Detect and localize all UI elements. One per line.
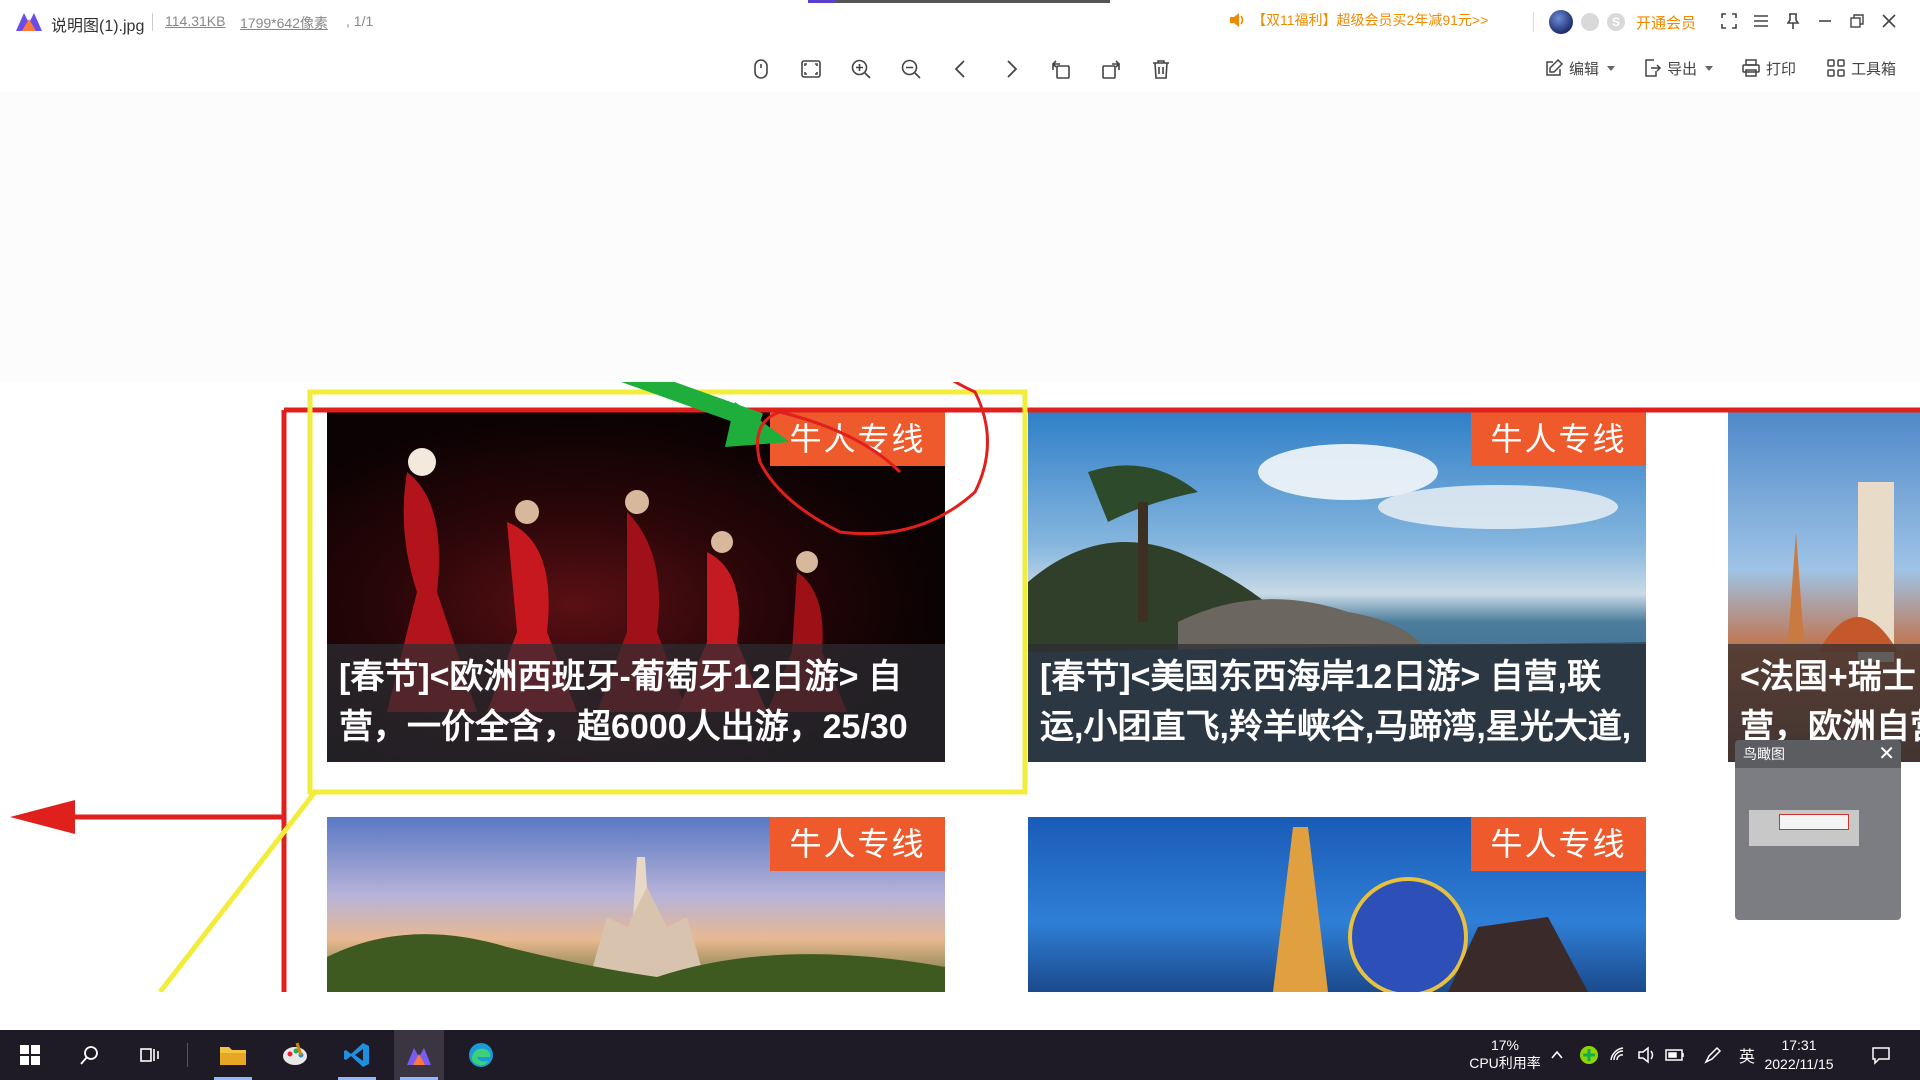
delete-icon[interactable]: [1146, 54, 1176, 84]
volume-icon[interactable]: [1636, 1044, 1658, 1066]
edge-browser-icon: [469, 1043, 493, 1067]
toolbox-grid-icon: [1827, 59, 1845, 77]
chevron-down-icon: [1607, 65, 1616, 71]
divider: [152, 13, 153, 31]
printer-icon: [1742, 59, 1760, 77]
app-logo-icon: [16, 13, 42, 31]
next-icon[interactable]: [996, 54, 1026, 84]
cpu-label: CPU利用率: [1469, 1055, 1541, 1071]
edit-icon: [1546, 58, 1564, 76]
taskbar: 17% CPU利用率 英 17:31 2022/11/15: [0, 1030, 1920, 1080]
menu-icon[interactable]: [1750, 10, 1772, 32]
close-icon[interactable]: [1878, 10, 1900, 32]
overview-panel[interactable]: 鸟瞰图 ✕: [1735, 740, 1901, 920]
user-avatar[interactable]: [1549, 10, 1573, 34]
promo-link[interactable]: 【双11福利】超级会员买2年减91元>>: [1228, 10, 1488, 30]
file-name: 说明图(1).jpg: [51, 18, 145, 35]
image-canvas[interactable]: 牛人专线 [春节]<欧洲西班牙-葡萄牙12日游> 自 营，一价全含，超6000人…: [0, 92, 1920, 992]
cpu-usage[interactable]: 17% CPU利用率: [1460, 1036, 1550, 1072]
rotate-left-icon[interactable]: [1046, 54, 1076, 84]
clock[interactable]: 17:31 2022/11/15: [1754, 1036, 1844, 1074]
zoom-in-icon[interactable]: [846, 54, 876, 84]
zoom-out-icon[interactable]: [896, 54, 926, 84]
overview-header: 鸟瞰图 ✕: [1735, 740, 1901, 768]
rotate-right-icon[interactable]: [1096, 54, 1126, 84]
image-viewer-app[interactable]: [394, 1030, 444, 1080]
wifi-icon[interactable]: [1608, 1044, 1630, 1066]
promo-text: 【双11福利】超级会员买2年减91元>>: [1252, 12, 1489, 28]
start-button[interactable]: [5, 1030, 55, 1080]
print-label: 打印: [1766, 60, 1797, 78]
export-icon: [1645, 59, 1662, 77]
speaker-icon: [1230, 13, 1244, 27]
close-icon[interactable]: ✕: [1878, 740, 1895, 768]
overview-title: 鸟瞰图: [1743, 746, 1785, 762]
notification-icon[interactable]: [1870, 1044, 1892, 1066]
security-app-icon[interactable]: [1578, 1044, 1600, 1066]
minimize-icon[interactable]: [1814, 10, 1836, 32]
pin-icon[interactable]: [1782, 10, 1804, 32]
page-index: , 1/1: [346, 13, 374, 29]
previous-icon[interactable]: [946, 54, 976, 84]
export-label: 导出: [1667, 60, 1698, 78]
divider: [187, 1043, 188, 1067]
restore-icon[interactable]: [1846, 10, 1868, 32]
chevron-up-icon[interactable]: [1546, 1044, 1568, 1066]
displayed-image: 牛人专线 [春节]<欧洲西班牙-葡萄牙12日游> 自 营，一价全含，超6000人…: [0, 382, 1920, 992]
image-viewer-icon: [407, 1048, 431, 1065]
windows-icon: [20, 1045, 40, 1065]
print-button[interactable]: 打印: [1741, 55, 1796, 81]
title-bar: 说明图(1).jpg 114.31KB 1799*642像素 , 1/1 【双1…: [0, 0, 1920, 44]
export-menu[interactable]: 导出: [1642, 55, 1714, 81]
clock-time: 17:31: [1781, 1037, 1817, 1053]
svip-badge-icon[interactable]: S: [1607, 13, 1625, 31]
fullscreen-icon[interactable]: [1718, 10, 1740, 32]
clock-date: 2022/11/15: [1764, 1056, 1834, 1072]
top-progress-indicator: [808, 0, 1110, 3]
toolbox-label: 工具箱: [1851, 60, 1897, 78]
fit-window-icon[interactable]: [796, 54, 826, 84]
toolbar: 编辑 导出 打印 工具箱: [0, 44, 1920, 92]
image-dimensions[interactable]: 1799*642像素: [240, 13, 328, 33]
vscode-app[interactable]: [332, 1030, 382, 1080]
mouse-mode-icon[interactable]: [746, 54, 776, 84]
toolbox-button[interactable]: 工具箱: [1826, 55, 1896, 81]
chevron-down-icon: [1705, 65, 1714, 71]
task-view-icon: [140, 1048, 159, 1062]
edge-app[interactable]: [456, 1030, 506, 1080]
file-size[interactable]: 114.31KB: [165, 13, 225, 29]
divider: [1533, 12, 1534, 32]
battery-icon[interactable]: [1664, 1044, 1686, 1066]
paint-app[interactable]: [270, 1030, 320, 1080]
member-badge-icon[interactable]: [1581, 13, 1599, 31]
annotation-overlay: [10, 382, 1920, 992]
folder-icon: [220, 1047, 246, 1065]
paint-palette-icon: [283, 1042, 307, 1065]
pen-icon[interactable]: [1702, 1044, 1724, 1066]
search-button[interactable]: [65, 1030, 115, 1080]
task-view-button[interactable]: [125, 1030, 175, 1080]
edit-menu[interactable]: 编辑: [1544, 55, 1616, 81]
cpu-percent: 17%: [1490, 1037, 1520, 1053]
file-explorer-app[interactable]: [208, 1030, 258, 1080]
open-vip-link[interactable]: 开通会员: [1636, 12, 1696, 33]
edit-label: 编辑: [1569, 60, 1600, 78]
vscode-icon: [344, 1043, 369, 1067]
overview-thumbnail[interactable]: [1749, 810, 1859, 846]
search-icon: [80, 1046, 98, 1065]
